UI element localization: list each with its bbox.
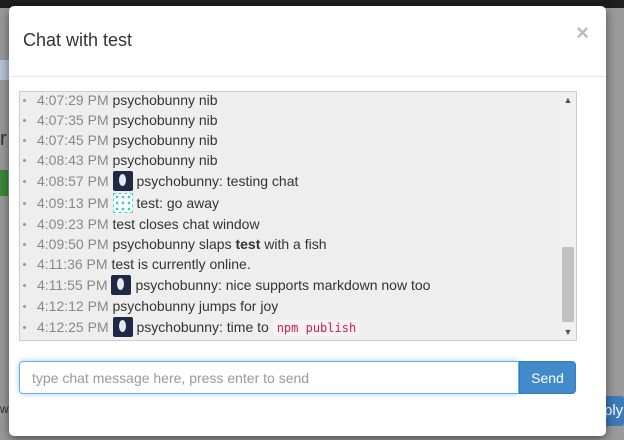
send-button[interactable]: Send xyxy=(519,361,576,394)
chat-message: 4:09:13 PM test: go away xyxy=(20,192,560,214)
message-text: go away xyxy=(166,195,220,211)
avatar[interactable] xyxy=(112,317,133,338)
chat-message: 4:07:29 PM psychobunny nib xyxy=(20,92,560,110)
chat-message: 4:09:50 PM psychobunny slaps test with a… xyxy=(20,234,560,254)
chat-message-input[interactable] xyxy=(19,361,519,394)
scroll-down-icon[interactable]: ▼ xyxy=(560,324,576,340)
chat-input-row: Send xyxy=(19,361,577,394)
message-timestamp: 4:11:36 PM xyxy=(37,256,108,272)
close-icon[interactable]: × xyxy=(576,20,589,46)
avatar[interactable] xyxy=(112,193,133,214)
message-text: test closes chat window xyxy=(112,216,260,232)
message-user: psychobunny xyxy=(136,173,220,189)
avatar[interactable] xyxy=(112,171,133,192)
message-timestamp: 4:11:55 PM xyxy=(37,277,108,293)
message-text: with a fish xyxy=(264,236,327,252)
chat-scrollbar[interactable]: ▲ ▼ xyxy=(560,92,576,340)
chat-message: 4:12:12 PM psychobunny jumps for joy xyxy=(20,296,560,316)
scroll-thumb[interactable] xyxy=(562,247,574,322)
modal-header: Chat with test × xyxy=(9,6,606,77)
message-timestamp: 4:08:43 PM xyxy=(37,152,109,168)
chat-message: 4:09:23 PM test closes chat window xyxy=(20,214,560,234)
chat-message: 4:11:36 PM test is currently online. xyxy=(20,254,560,274)
message-text: testing chat xyxy=(226,173,299,189)
chat-lines: 4:07:29 PM psychobunny nib 4:07:35 PM ps… xyxy=(20,92,560,338)
scroll-up-icon[interactable]: ▲ xyxy=(560,92,576,108)
background-heading: r xyxy=(0,128,7,150)
message-text: nice supports markdown now too xyxy=(225,277,431,293)
chat-message: 4:08:43 PM psychobunny nib xyxy=(20,150,560,170)
message-timestamp: 4:08:57 PM xyxy=(37,173,109,189)
message-timestamp: 4:07:35 PM xyxy=(37,112,109,128)
avatar[interactable] xyxy=(111,275,132,296)
message-timestamp: 4:09:50 PM xyxy=(37,236,109,252)
message-text: time to xyxy=(226,319,269,335)
message-text: psychobunny slaps xyxy=(112,236,232,252)
message-timestamp: 4:07:45 PM xyxy=(37,132,109,148)
chat-message: 4:11:55 PM psychobunny: nice supports ma… xyxy=(20,274,560,296)
modal-title: Chat with test xyxy=(23,30,133,50)
chat-message: 4:07:45 PM psychobunny nib xyxy=(20,130,560,150)
message-timestamp: 4:12:25 PM xyxy=(37,319,109,335)
message-bold-text: test xyxy=(235,236,261,252)
message-code: npm publish xyxy=(272,320,361,336)
message-text: psychobunny nib xyxy=(112,112,218,128)
message-timestamp: 4:09:13 PM xyxy=(37,195,109,211)
message-timestamp: 4:12:12 PM xyxy=(37,298,109,314)
chat-message: 4:07:35 PM psychobunny nib xyxy=(20,110,560,130)
message-user: psychobunny xyxy=(135,277,218,293)
message-user: test xyxy=(136,195,160,211)
message-text: psychobunny nib xyxy=(112,152,218,168)
background-button xyxy=(0,170,8,196)
chat-log[interactable]: 4:07:29 PM psychobunny nib 4:07:35 PM ps… xyxy=(19,91,577,341)
message-text: psychobunny nib xyxy=(112,92,218,108)
message-user: psychobunny xyxy=(136,319,220,335)
chat-message: 4:08:57 PM psychobunny: testing chat xyxy=(20,170,560,192)
chat-message: 4:12:25 PM psychobunny: time to npm publ… xyxy=(20,316,560,338)
message-text: psychobunny jumps for joy xyxy=(112,298,279,314)
message-timestamp: 4:07:29 PM xyxy=(37,92,109,108)
message-timestamp: 4:09:23 PM xyxy=(37,216,109,232)
message-text: test is currently online. xyxy=(111,256,251,272)
message-text: psychobunny nib xyxy=(112,132,218,148)
